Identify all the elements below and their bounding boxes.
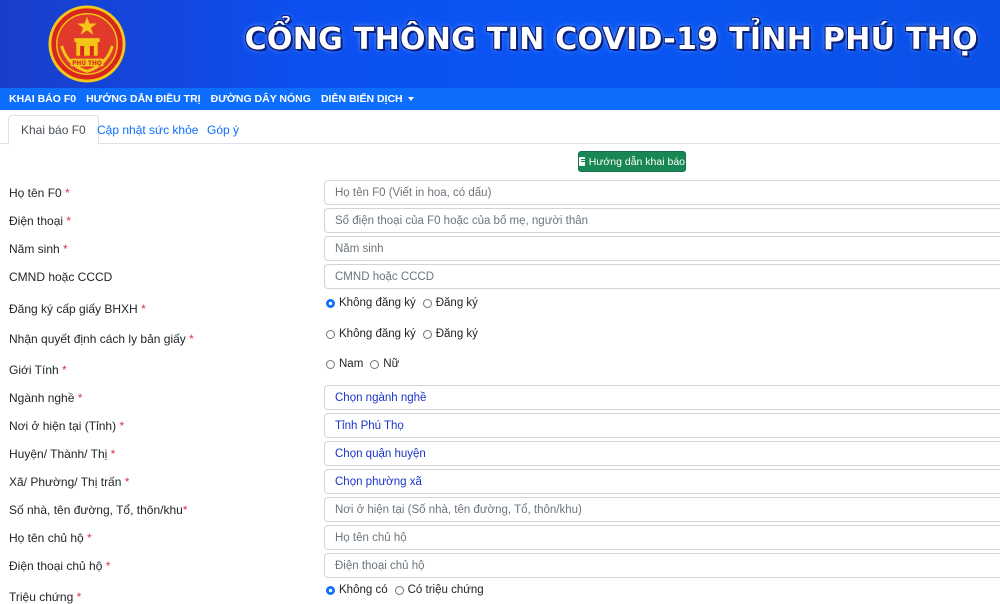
- symptoms-label: Triệu chứng *: [9, 590, 82, 604]
- guide-button-label: Hướng dẫn khai báo: [588, 155, 685, 168]
- gender-label: Giới Tính *: [9, 363, 67, 377]
- main-navbar: KHAI BÁO F0 HƯỚNG DẪN ĐIỀU TRỊ ĐƯỜNG DÂY…: [0, 88, 1000, 110]
- birth-year-input[interactable]: Năm sinh: [324, 236, 1000, 261]
- gender-radio-group: Nam Nữ: [326, 358, 406, 370]
- quarantine-option-no[interactable]: Không đăng ký: [339, 328, 416, 340]
- quarantine-label: Nhận quyết định cách ly bản giấy *: [9, 332, 194, 346]
- household-phone-label: Điện thoại chủ hộ *: [9, 559, 111, 573]
- guide-button[interactable]: Hướng dẫn khai báo: [578, 151, 686, 172]
- tab-gop-y[interactable]: Góp ý: [195, 115, 251, 145]
- household-head-input[interactable]: Họ tên chủ hộ: [324, 525, 1000, 550]
- full-name-input[interactable]: Họ tên F0 (Viết in hoa, có dấu): [324, 180, 1000, 205]
- bhxh-label: Đăng ký cấp giấy BHXH *: [9, 302, 146, 316]
- quarantine-radio-yes[interactable]: [422, 329, 432, 339]
- bhxh-radio-group: Không đăng ký Đăng ký: [326, 297, 485, 309]
- symptoms-radio-none[interactable]: [326, 585, 335, 595]
- book-icon: [579, 157, 585, 166]
- quarantine-radio-group: Không đăng ký Đăng ký: [326, 328, 485, 340]
- nav-duong-day-nong[interactable]: ĐƯỜNG DÂY NÓNG: [211, 93, 311, 105]
- phu-tho-emblem-icon[interactable]: PHÚ THỌ: [48, 5, 126, 83]
- birth-year-label: Năm sinh *: [9, 242, 68, 256]
- nav-dien-bien-dich-label: DIỄN BIẾN DỊCH: [320, 93, 403, 105]
- nav-khai-bao-f0[interactable]: KHAI BÁO F0: [9, 93, 76, 105]
- logo-text: PHÚ THỌ: [72, 60, 102, 67]
- bhxh-option-yes[interactable]: Đăng ký: [436, 297, 478, 309]
- id-card-input[interactable]: CMND hoặc CCCD: [324, 264, 1000, 289]
- header-banner: PHÚ THỌ CỔNG THÔNG TIN COVID-19 TỈNH PHÚ…: [0, 0, 1000, 88]
- district-label: Huyện/ Thành/ Thị *: [9, 447, 116, 461]
- bhxh-option-no[interactable]: Không đăng ký: [339, 297, 416, 309]
- occupation-label: Ngành nghề *: [9, 391, 83, 405]
- symptoms-radio-group: Không có Có triệu chứng: [326, 584, 491, 596]
- bhxh-radio-yes[interactable]: [422, 298, 432, 308]
- gender-option-female[interactable]: Nữ: [383, 358, 399, 370]
- gender-radio-female[interactable]: [370, 359, 380, 369]
- nav-huong-dan-dieu-tri[interactable]: HƯỚNG DẪN ĐIỀU TRỊ: [86, 93, 201, 105]
- symptoms-option-none[interactable]: Không có: [339, 584, 388, 596]
- address-input[interactable]: Nơi ở hiện tại (Số nhà, tên đường, Tổ, t…: [324, 497, 1000, 522]
- address-label: Số nhà, tên đường, Tổ, thôn/khu*: [9, 503, 188, 517]
- form-tabs: Khai báo F0 Cập nhật sức khỏe Góp ý: [0, 114, 1000, 145]
- nav-dien-bien-dich[interactable]: DIỄN BIẾN DỊCH: [321, 93, 414, 105]
- phone-label: Điện thoại *: [9, 214, 72, 228]
- ward-label: Xã/ Phường/ Thị trấn *: [9, 475, 130, 489]
- occupation-select[interactable]: Chọn ngành nghề: [324, 385, 1000, 410]
- quarantine-option-yes[interactable]: Đăng ký: [436, 328, 478, 340]
- ward-select[interactable]: Chọn phường xã: [324, 469, 1000, 494]
- id-card-label: CMND hoặc CCCD: [9, 270, 113, 284]
- caret-down-icon: [407, 97, 414, 101]
- symptoms-radio-has[interactable]: [394, 585, 404, 595]
- bhxh-radio-no[interactable]: [326, 298, 335, 308]
- household-head-label: Họ tên chủ hộ *: [9, 531, 92, 545]
- province-label: Nơi ở hiện tại (Tỉnh) *: [9, 419, 125, 433]
- quarantine-radio-no[interactable]: [326, 329, 335, 339]
- gender-option-male[interactable]: Nam: [339, 358, 363, 370]
- province-select[interactable]: Tỉnh Phú Thọ: [324, 413, 1000, 438]
- phone-input[interactable]: Số điện thoại của F0 hoặc của bố mẹ, ngư…: [324, 208, 1000, 233]
- full-name-label: Họ tên F0 *: [9, 186, 70, 200]
- symptoms-option-has[interactable]: Có triệu chứng: [408, 584, 484, 596]
- household-phone-input[interactable]: Điện thoại chủ hộ: [324, 553, 1000, 578]
- site-title: CỔNG THÔNG TIN COVID-19 TỈNH PHÚ THỌ: [244, 22, 978, 57]
- gender-radio-male[interactable]: [326, 359, 335, 369]
- district-select[interactable]: Chọn quận huyện: [324, 441, 1000, 466]
- tab-cap-nhat-suc-khoe[interactable]: Cập nhật sức khỏe: [85, 115, 210, 145]
